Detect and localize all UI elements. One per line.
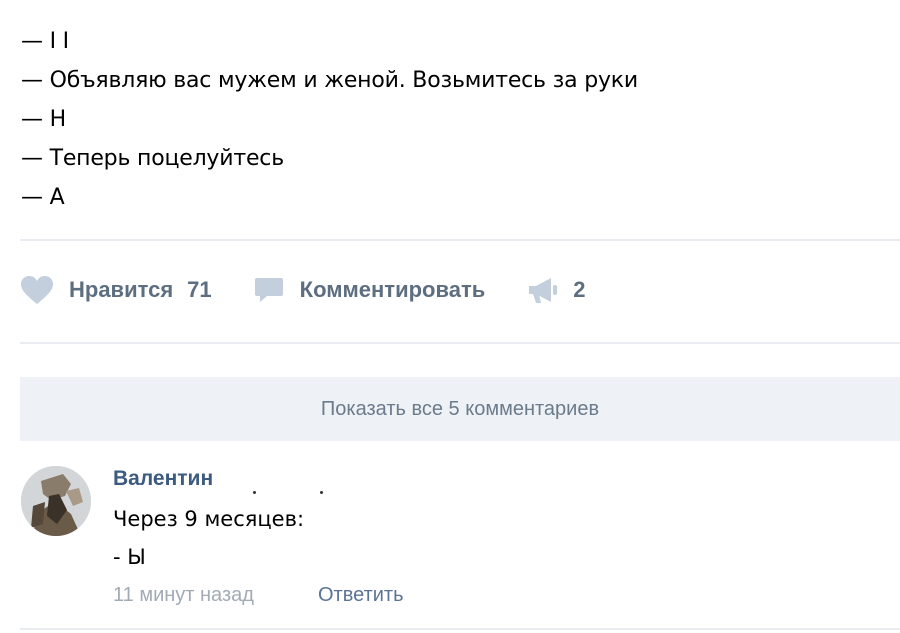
- post-actions: Нравится 71 Комментировать 2: [20, 270, 586, 310]
- like-button[interactable]: Нравится 71: [20, 275, 212, 305]
- post-line: — Объявляю вас мужем и женой. Возьмитесь…: [21, 68, 638, 93]
- comment-text-line: Через 9 месяцев:: [113, 507, 305, 531]
- reply-link[interactable]: Ответить: [318, 584, 404, 607]
- post-line: — Н: [21, 107, 66, 132]
- comment-text-line: - Ы: [113, 545, 146, 569]
- post-line: — Теперь поцелуйтесь: [21, 146, 284, 171]
- comment-author[interactable]: Валентин: [113, 467, 213, 491]
- author-smudge: [253, 491, 256, 494]
- actions-divider: [20, 342, 900, 344]
- show-all-comments-button[interactable]: Показать все 5 комментариев: [20, 377, 900, 441]
- comment-divider: [20, 628, 900, 630]
- like-label: Нравится: [69, 277, 174, 302]
- post-line: — I I: [21, 29, 69, 54]
- comment-timestamp: 11 минут назад: [113, 584, 254, 606]
- share-button[interactable]: 2: [527, 276, 586, 304]
- comment-icon: [254, 278, 283, 302]
- like-count: 71: [187, 277, 212, 302]
- comment-label: Комментировать: [299, 277, 486, 302]
- author-smudge: [320, 491, 323, 494]
- heart-icon: [21, 276, 53, 304]
- avatar[interactable]: [21, 466, 91, 536]
- post-line: — А: [21, 185, 65, 210]
- share-count: 2: [573, 277, 586, 302]
- post-divider: [20, 239, 900, 241]
- megaphone-icon: [529, 278, 558, 303]
- post-text: — I I — Объявляю вас мужем и женой. Возь…: [21, 22, 638, 217]
- comment-button[interactable]: Комментировать: [254, 276, 486, 304]
